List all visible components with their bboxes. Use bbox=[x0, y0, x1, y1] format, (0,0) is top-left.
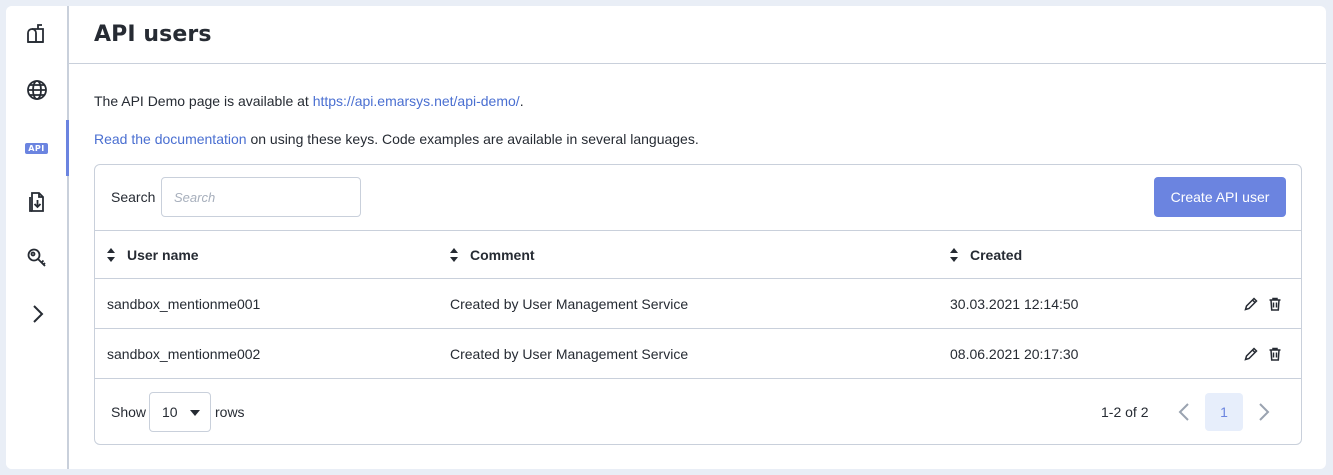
sidebar-item-api[interactable]: API bbox=[6, 120, 69, 176]
rows-per-page-value: 10 bbox=[162, 404, 178, 420]
sidebar-item-expand[interactable] bbox=[6, 288, 67, 344]
user-name-cell: sandbox_mentionme002 bbox=[107, 346, 261, 362]
column-header-user-name[interactable]: User name bbox=[106, 231, 199, 279]
chevron-right-icon bbox=[25, 302, 49, 331]
page-title: API users bbox=[94, 22, 212, 47]
pagination-page-current[interactable]: 1 bbox=[1205, 393, 1243, 431]
mailbox-icon bbox=[25, 22, 49, 51]
table-row: sandbox_mentionme001 Created by User Man… bbox=[95, 279, 1301, 329]
sidebar: API bbox=[6, 6, 69, 469]
comment-cell: Created by User Management Service bbox=[450, 296, 689, 312]
search-input[interactable] bbox=[161, 177, 361, 217]
rows-label: rows bbox=[215, 404, 245, 420]
sidebar-item-mailbox[interactable] bbox=[6, 8, 67, 64]
documentation-info: Read the documentation on using these ke… bbox=[94, 131, 699, 147]
edit-icon[interactable] bbox=[1243, 296, 1259, 312]
table-toolbar: Search Create API user bbox=[95, 165, 1301, 230]
sidebar-item-key-search[interactable] bbox=[6, 232, 67, 288]
comment-cell: Created by User Management Service bbox=[450, 346, 689, 362]
column-header-label: User name bbox=[127, 247, 199, 263]
api-icon: API bbox=[25, 142, 48, 154]
sidebar-item-file-download[interactable] bbox=[6, 176, 67, 232]
show-label: Show bbox=[111, 404, 147, 420]
caret-down-icon bbox=[190, 410, 200, 416]
sort-icon bbox=[450, 248, 458, 262]
edit-icon[interactable] bbox=[1243, 346, 1259, 362]
created-cell: 08.06.2021 20:17:30 bbox=[950, 346, 1079, 362]
column-header-comment[interactable]: Comment bbox=[449, 231, 535, 279]
api-demo-suffix: . bbox=[519, 93, 524, 109]
page-header: API users bbox=[69, 6, 1326, 64]
column-header-label: Comment bbox=[470, 247, 535, 263]
app-window: API API users The API Demo page is avail… bbox=[6, 6, 1326, 469]
delete-icon[interactable] bbox=[1267, 346, 1283, 362]
row-actions bbox=[1243, 329, 1283, 379]
chevron-right-icon[interactable] bbox=[1258, 402, 1270, 422]
documentation-link[interactable]: Read the documentation bbox=[94, 131, 247, 147]
created-cell: 30.03.2021 12:14:50 bbox=[950, 296, 1079, 312]
column-header-created[interactable]: Created bbox=[949, 231, 1022, 279]
sort-icon bbox=[107, 248, 115, 262]
api-demo-link[interactable]: https://api.emarsys.net/api-demo/ bbox=[313, 93, 520, 109]
table-row: sandbox_mentionme002 Created by User Man… bbox=[95, 329, 1301, 379]
user-name-cell: sandbox_mentionme001 bbox=[107, 296, 261, 312]
search-label: Search bbox=[111, 189, 156, 205]
table-footer: Show 10 rows 1-2 of 2 1 bbox=[95, 380, 1301, 445]
row-actions bbox=[1243, 279, 1283, 329]
sidebar-item-globe[interactable] bbox=[6, 64, 67, 120]
column-header-label: Created bbox=[970, 247, 1023, 263]
globe-icon bbox=[25, 78, 49, 107]
documentation-text: on using these keys. Code examples are a… bbox=[246, 131, 699, 147]
main-content: API users The API Demo page is available… bbox=[69, 6, 1326, 469]
create-api-user-button[interactable]: Create API user bbox=[1154, 177, 1286, 217]
rows-per-page-select[interactable]: 10 bbox=[149, 392, 211, 432]
file-download-icon bbox=[25, 190, 49, 219]
api-demo-info: The API Demo page is available at https:… bbox=[94, 93, 524, 109]
api-demo-text: The API Demo page is available at bbox=[94, 93, 313, 109]
api-users-panel: Search Create API user User name Comment… bbox=[94, 164, 1302, 445]
table-header: User name Comment Created bbox=[95, 230, 1301, 279]
sort-icon bbox=[950, 248, 958, 262]
delete-icon[interactable] bbox=[1267, 296, 1283, 312]
pagination-range: 1-2 of 2 bbox=[1101, 404, 1149, 420]
chevron-left-icon[interactable] bbox=[1178, 402, 1190, 422]
key-search-icon bbox=[25, 246, 49, 275]
